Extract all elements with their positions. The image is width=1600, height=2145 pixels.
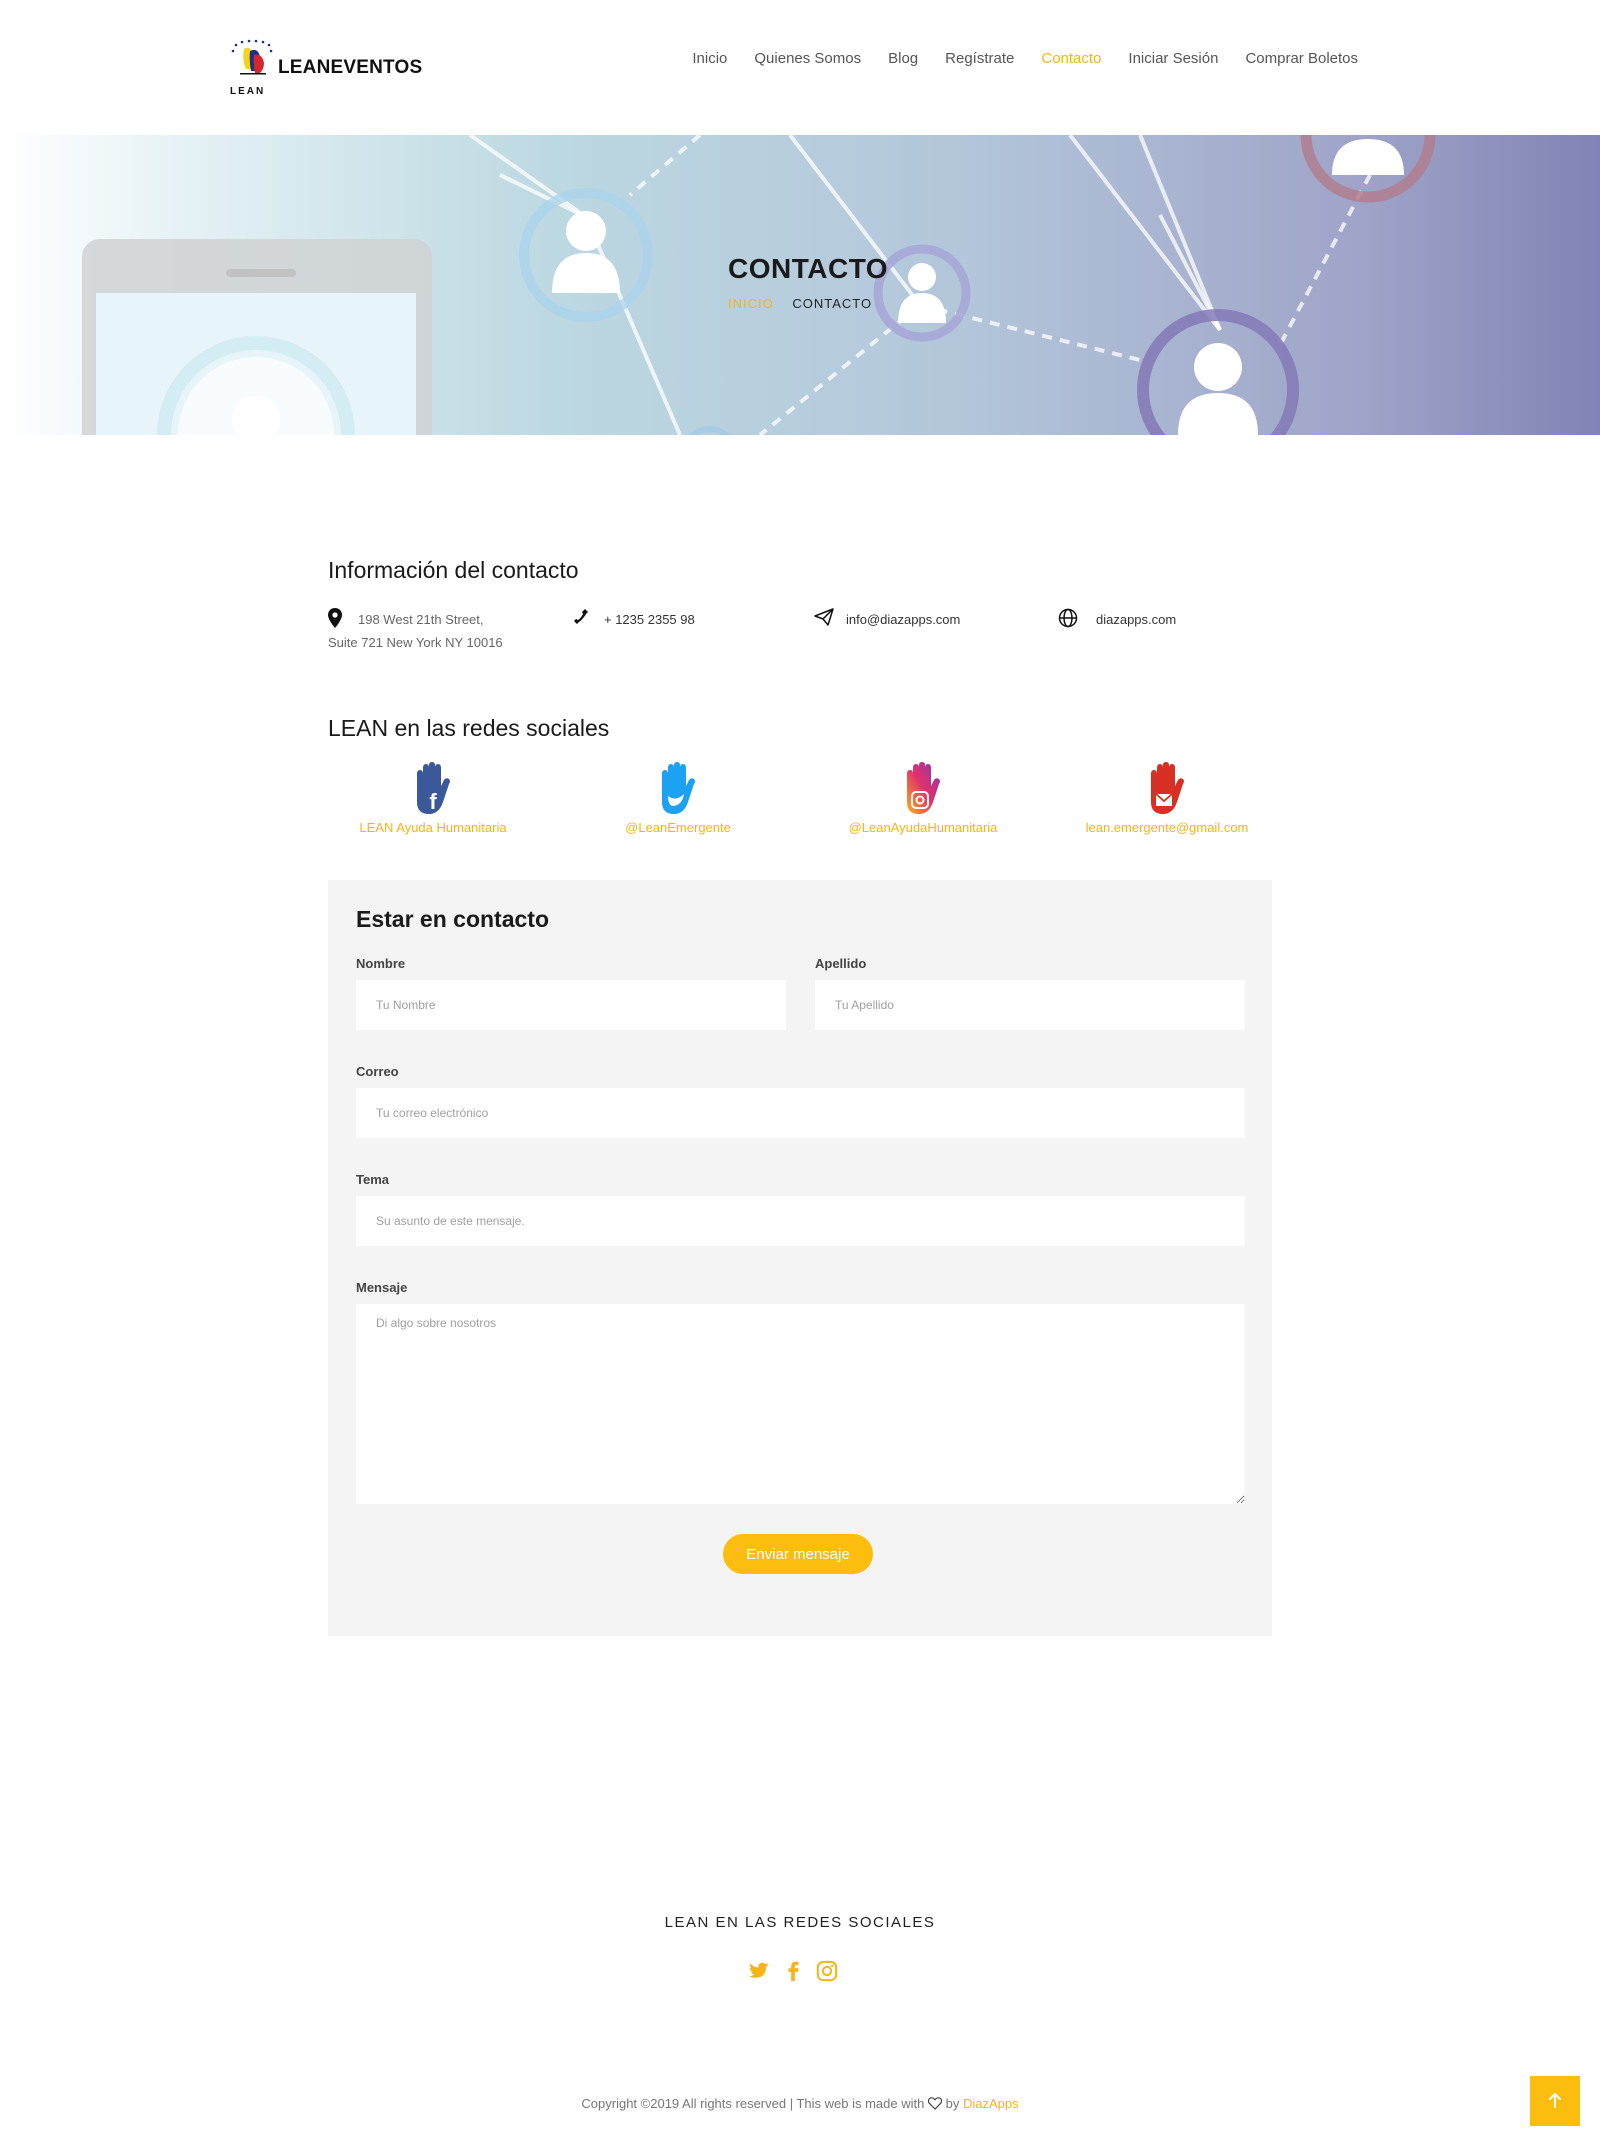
- breadcrumb: INICIO CONTACTO: [728, 296, 872, 311]
- footer-social-icons: [748, 1960, 838, 1982]
- gmail-hand-icon: [1145, 762, 1189, 818]
- social-card-instagram[interactable]: @LeanAyudaHumanitaria: [818, 762, 1028, 835]
- nav-blog[interactable]: Blog: [888, 50, 918, 67]
- logo-mark-icon: LEAN: [230, 39, 274, 97]
- nav-inicio[interactable]: Inicio: [692, 50, 727, 67]
- facebook-icon[interactable]: [782, 1960, 804, 1982]
- social-card-twitter[interactable]: @LeanEmergente: [573, 762, 783, 835]
- last-name-input[interactable]: [815, 980, 1245, 1030]
- copyright-text: Copyright ©2019 All rights reserved | Th…: [581, 2096, 925, 2111]
- first-name-label: Nombre: [356, 956, 406, 971]
- twitter-icon[interactable]: [748, 1960, 770, 1982]
- paper-plane-icon: [814, 608, 838, 628]
- social-label-instagram: @LeanAyudaHumanitaria: [848, 820, 998, 835]
- breadcrumb-current: CONTACTO: [792, 296, 873, 311]
- scroll-to-top-button[interactable]: [1530, 2076, 1580, 2126]
- phone-info: + 1235 2355 98: [572, 608, 695, 631]
- form-title: Estar en contacto: [356, 906, 549, 932]
- email-label: Correo: [356, 1064, 399, 1079]
- address-line-1: 198 West 21th Street,: [358, 612, 484, 627]
- social-label-gmail: lean.emergente@gmail.com: [1085, 820, 1249, 835]
- globe-icon: [1058, 608, 1088, 628]
- main-nav: Inicio Quienes Somos Blog Regístrate Con…: [665, 50, 1358, 67]
- nav-contacto[interactable]: Contacto: [1041, 50, 1101, 67]
- breadcrumb-home[interactable]: INICIO: [728, 296, 774, 311]
- email-info: info@diazapps.com: [814, 608, 960, 631]
- last-name-label: Apellido: [815, 956, 867, 971]
- svg-text:f: f: [429, 789, 437, 814]
- brand-name: LEANEVENTOS: [278, 57, 423, 78]
- social-card-gmail[interactable]: lean.emergente@gmail.com: [1062, 762, 1272, 835]
- email-input[interactable]: [356, 1088, 1245, 1138]
- facebook-hand-icon: f: [411, 762, 455, 818]
- contact-form: Estar en contacto Nombre Apellido Correo…: [328, 880, 1272, 1636]
- address-line-2: Suite 721 New York NY 10016: [328, 635, 503, 650]
- copyright-by: by: [945, 2096, 960, 2111]
- email-address[interactable]: info@diazapps.com: [846, 608, 960, 631]
- contact-info-heading: Información del contacto: [328, 557, 579, 583]
- footer-social-heading: LEAN EN LAS REDES SOCIALES: [664, 1914, 936, 1931]
- address-info: 198 West 21th Street, Suite 721 New York…: [328, 608, 503, 654]
- social-card-facebook[interactable]: f LEAN Ayuda Humanitaria: [328, 762, 538, 835]
- subject-input[interactable]: [356, 1196, 1245, 1246]
- twitter-hand-icon: [656, 762, 700, 818]
- copyright-brand-link[interactable]: DiazApps: [963, 2096, 1019, 2111]
- message-textarea[interactable]: [356, 1304, 1245, 1504]
- instagram-icon[interactable]: [816, 1960, 838, 1982]
- site-logo[interactable]: LEAN LEANEVENTOS: [230, 38, 422, 98]
- copyright: Copyright ©2019 All rights reserved | Th…: [0, 2096, 1600, 2113]
- website-info: diazapps.com: [1058, 608, 1176, 631]
- social-label-twitter: @LeanEmergente: [625, 820, 731, 835]
- heart-icon: [927, 2097, 943, 2113]
- first-name-input[interactable]: [356, 980, 786, 1030]
- phone-icon: [572, 608, 596, 628]
- nav-quienes-somos[interactable]: Quienes Somos: [754, 50, 861, 67]
- nav-registrate[interactable]: Regístrate: [945, 50, 1014, 67]
- hero-banner: CONTACTO INICIO CONTACTO: [0, 135, 1600, 435]
- social-heading: LEAN en las redes sociales: [328, 715, 610, 741]
- map-pin-icon: [328, 608, 350, 628]
- message-label: Mensaje: [356, 1280, 408, 1295]
- page-title: CONTACTO: [728, 253, 889, 284]
- website-url[interactable]: diazapps.com: [1096, 608, 1176, 631]
- navbar: LEAN LEANEVENTOS Inicio Quienes Somos Bl…: [0, 0, 1600, 135]
- network-background-illustration: [82, 135, 1436, 435]
- social-label-facebook: LEAN Ayuda Humanitaria: [359, 820, 507, 835]
- instagram-hand-icon: [901, 762, 945, 818]
- social-cards: f LEAN Ayuda Humanitaria @LeanEmergente …: [328, 762, 1272, 862]
- send-message-button[interactable]: Enviar mensaje: [723, 1534, 873, 1574]
- nav-iniciar-sesion[interactable]: Iniciar Sesión: [1128, 50, 1218, 67]
- logo-sub-text: LEAN: [230, 86, 266, 97]
- nav-comprar-boletos[interactable]: Comprar Boletos: [1245, 50, 1358, 67]
- arrow-up-icon: [1548, 2092, 1562, 2111]
- subject-label: Tema: [356, 1172, 389, 1187]
- phone-number[interactable]: + 1235 2355 98: [604, 608, 695, 631]
